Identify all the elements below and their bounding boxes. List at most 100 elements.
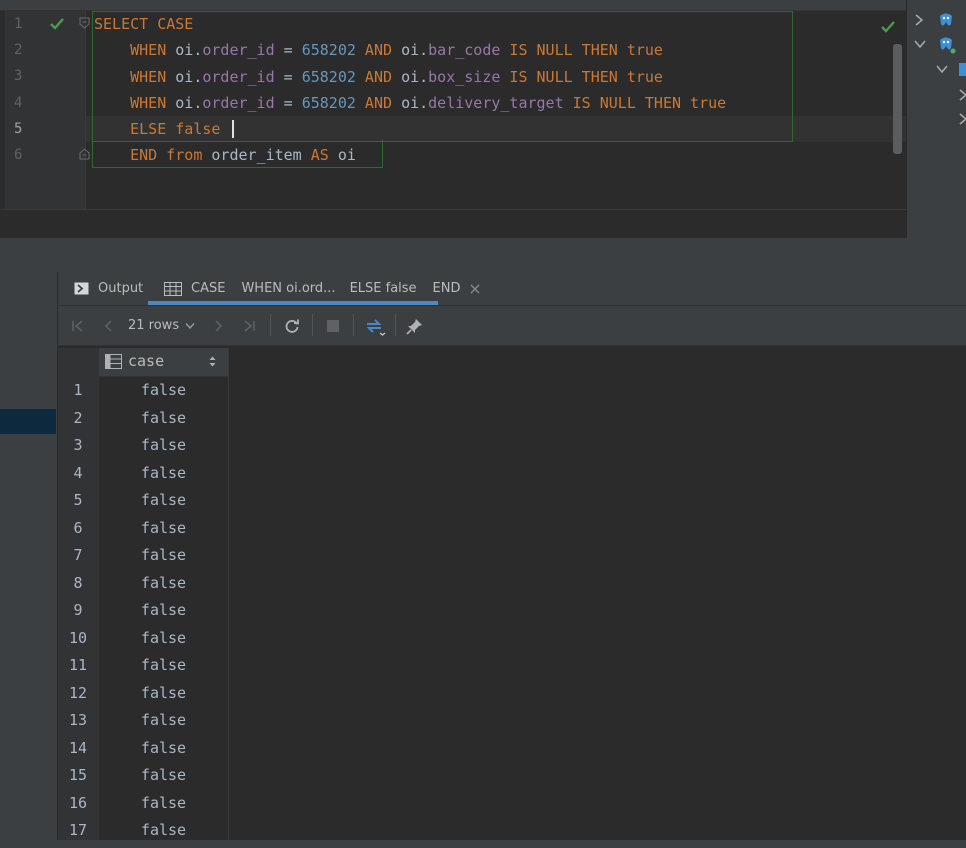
postgres-icon xyxy=(940,13,952,26)
table-cell[interactable]: false xyxy=(99,459,228,488)
code-line-1[interactable]: SELECT CASE xyxy=(94,11,193,37)
tab-result-part: ELSE false xyxy=(349,281,417,296)
first-page-button[interactable] xyxy=(68,306,88,345)
row-number[interactable]: 2 xyxy=(58,405,98,433)
row-number[interactable]: 6 xyxy=(58,515,98,543)
inspection-ok-icon[interactable] xyxy=(880,20,896,34)
code-line-6[interactable]: END from order_item AS oi xyxy=(94,142,356,168)
pin-tab-button[interactable] xyxy=(403,306,427,345)
table-cell[interactable]: false xyxy=(99,597,228,626)
chevron-down-icon[interactable] xyxy=(914,39,926,49)
row-number[interactable]: 9 xyxy=(58,597,98,625)
row-number[interactable]: 4 xyxy=(58,460,98,488)
code-token: SELECT CASE xyxy=(94,15,194,33)
table-cell[interactable]: false xyxy=(99,542,228,571)
table-cell[interactable]: false xyxy=(99,652,228,681)
table-cell[interactable]: false xyxy=(99,707,228,736)
text-caret xyxy=(232,120,234,138)
row-number[interactable]: 3 xyxy=(58,432,98,460)
chevron-down-icon xyxy=(185,322,195,329)
postgres-connected-icon xyxy=(940,37,956,54)
line-number: 3 xyxy=(14,68,23,84)
selected-service-row[interactable] xyxy=(0,409,56,434)
stop-button[interactable] xyxy=(323,306,343,345)
row-number[interactable]: 11 xyxy=(58,652,98,680)
code-token: END from xyxy=(94,146,212,164)
code-token: bar_code xyxy=(428,41,501,59)
chevron-down-icon[interactable] xyxy=(936,64,948,74)
code-token: AND xyxy=(355,41,402,59)
last-page-button[interactable] xyxy=(239,306,259,345)
active-tab-indicator xyxy=(148,301,438,305)
code-line-4[interactable]: WHEN oi.order_id = 658202 AND oi.deliver… xyxy=(94,90,726,116)
chevron-right-icon xyxy=(215,319,223,332)
fold-close-icon[interactable] xyxy=(79,148,90,160)
tab-output[interactable]: Output xyxy=(74,272,143,305)
code-token: order_id xyxy=(202,41,275,59)
toolbar-separator xyxy=(270,314,271,336)
row-number[interactable]: 8 xyxy=(58,570,98,598)
table-cell[interactable]: false xyxy=(99,514,228,543)
code-line-5[interactable]: ELSE false xyxy=(94,116,220,142)
code-token: order_id xyxy=(202,68,275,86)
stop-icon xyxy=(327,319,339,332)
row-number[interactable]: 16 xyxy=(58,790,98,818)
toolbar-separator xyxy=(353,314,354,336)
page-size-dropdown[interactable]: 21 rows xyxy=(128,306,200,345)
code-token: AND xyxy=(355,68,402,86)
chevron-right-icon[interactable] xyxy=(914,14,924,26)
tab-result-part: CASE xyxy=(191,281,226,296)
table-cell[interactable]: false xyxy=(99,377,228,406)
code-line-2[interactable]: WHEN oi.order_id = 658202 AND oi.bar_cod… xyxy=(94,37,663,63)
code-token: WHEN xyxy=(94,41,176,59)
close-icon[interactable] xyxy=(470,284,480,294)
code-token: delivery_target xyxy=(428,94,564,112)
code-token: oi. xyxy=(401,41,429,59)
column-header-label: case xyxy=(128,352,165,370)
line-number: 6 xyxy=(14,147,23,163)
refresh-button[interactable] xyxy=(281,306,303,345)
sort-icon[interactable] xyxy=(208,355,217,368)
code-token: oi xyxy=(337,146,356,164)
column-icon xyxy=(105,354,122,369)
compare-icon xyxy=(366,318,386,336)
row-number[interactable]: 12 xyxy=(58,680,98,708)
row-number[interactable]: 15 xyxy=(58,762,98,790)
table-cell[interactable]: false xyxy=(99,762,228,791)
column-divider xyxy=(228,348,229,840)
previous-page-button[interactable] xyxy=(99,306,119,345)
editor-tab-strip xyxy=(0,0,906,11)
row-number[interactable]: 1 xyxy=(58,377,98,405)
row-number[interactable]: 7 xyxy=(58,542,98,570)
toolbar-separator xyxy=(395,314,396,336)
code-token: 658202 xyxy=(301,41,356,59)
code-token: order_item xyxy=(211,146,311,164)
code-token: WHEN xyxy=(94,94,176,112)
table-cell[interactable]: false xyxy=(99,624,228,653)
chevron-right-icon[interactable] xyxy=(958,89,966,101)
next-page-button[interactable] xyxy=(208,306,228,345)
row-number[interactable]: 5 xyxy=(58,487,98,515)
table-cell[interactable]: false xyxy=(99,789,228,818)
line-number: 4 xyxy=(14,95,23,111)
table-cell[interactable]: false xyxy=(99,679,228,708)
last-page-icon xyxy=(244,319,255,332)
chevron-left-icon xyxy=(104,319,112,332)
row-number[interactable]: 10 xyxy=(58,625,98,653)
chevron-right-icon[interactable] xyxy=(958,113,966,125)
code-line-3[interactable]: WHEN oi.order_id = 658202 AND oi.box_siz… xyxy=(94,64,663,90)
row-number[interactable]: 14 xyxy=(58,735,98,763)
column-header-case[interactable]: case xyxy=(99,348,228,377)
code-token: = xyxy=(274,68,302,86)
table-cell[interactable]: false xyxy=(99,404,228,433)
fold-open-icon[interactable] xyxy=(79,17,90,29)
code-token: ELSE false xyxy=(94,120,221,138)
table-cell[interactable]: false xyxy=(99,432,228,461)
editor-scrollbar[interactable] xyxy=(893,44,902,154)
compare-button[interactable] xyxy=(362,306,388,345)
table-cell[interactable]: false xyxy=(99,487,228,516)
table-cell[interactable]: false xyxy=(99,569,228,598)
row-number[interactable]: 13 xyxy=(58,707,98,735)
console-icon xyxy=(74,282,89,295)
table-cell[interactable]: false xyxy=(99,734,228,763)
